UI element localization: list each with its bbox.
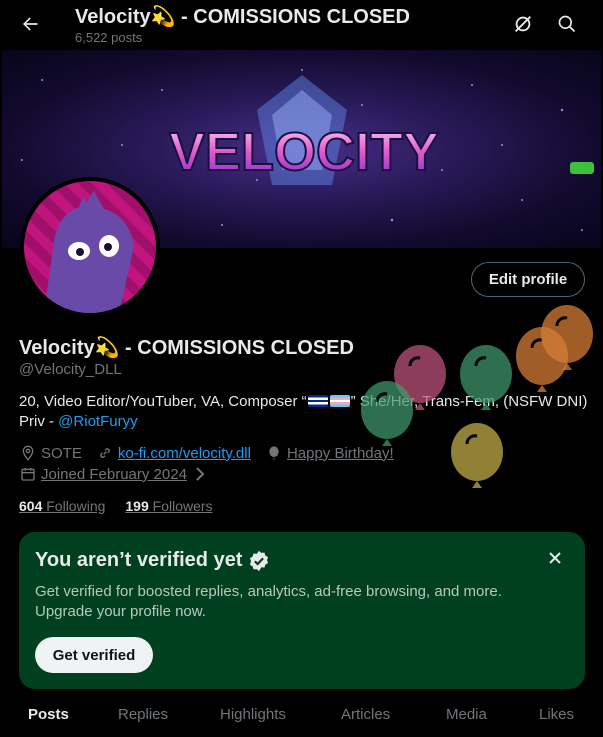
joined-date[interactable]: Joined February 2024 [41, 466, 187, 483]
location-icon [19, 444, 37, 462]
tab-posts[interactable]: Posts [28, 706, 69, 723]
balloon-orange-top [541, 305, 593, 370]
back-arrow-icon [23, 17, 38, 31]
bio-prefix: 20, Video Editor/YouTuber, VA, Composer … [19, 393, 307, 410]
grok-button[interactable] [509, 10, 537, 38]
bio-mention-link[interactable]: @RiotFuryy [58, 413, 137, 430]
balloon-orange-mid [516, 327, 568, 392]
post-count: 6,522 posts [75, 30, 143, 45]
avatar[interactable] [20, 177, 160, 317]
following-link[interactable]: 604 Following [19, 498, 105, 514]
website-link[interactable]: ko-fi.com/velocity.dll [118, 445, 251, 462]
page-title: Velocity💫 - COMISSIONS CLOSED [75, 6, 410, 28]
handle: @Velocity_DLL [19, 361, 122, 378]
close-icon [549, 552, 561, 564]
tab-highlights[interactable]: Highlights [220, 706, 286, 723]
birthday-text[interactable]: Happy Birthday! [287, 445, 394, 462]
search-icon [558, 15, 576, 33]
chevron-right-icon [191, 465, 209, 483]
avatar-image [44, 191, 134, 313]
bio: 20, Video Editor/YouTuber, VA, Composer … [19, 392, 589, 432]
tab-likes[interactable]: Likes [539, 706, 574, 723]
close-button[interactable] [543, 546, 567, 570]
back-button[interactable] [14, 8, 46, 40]
banner-logo: VELOCITY [168, 121, 440, 180]
tab-replies[interactable]: Replies [118, 706, 168, 723]
verified-badge-icon [250, 550, 269, 571]
balloon-yellow [451, 423, 503, 488]
balloon-icon [265, 444, 283, 462]
top-bar: Velocity💫 - COMISSIONS CLOSED 6,522 post… [0, 0, 603, 50]
edit-profile-button[interactable]: Edit profile [471, 262, 585, 297]
profile-meta-row-2: Joined February 2024 [19, 465, 209, 483]
grok-icon [515, 16, 531, 32]
verification-prompt-card: You aren’t verified yet Get verified for… [19, 532, 585, 689]
profile-meta-row-1: SOTE ko-fi.com/velocity.dll Happy Birthd… [19, 444, 394, 462]
calendar-icon [19, 465, 37, 483]
tab-articles[interactable]: Articles [341, 706, 390, 723]
follow-stats: 604 Following 199 Followers [19, 498, 213, 514]
verify-card-title: You aren’t verified yet [35, 549, 270, 572]
link-icon [96, 444, 114, 462]
tab-media[interactable]: Media [446, 706, 487, 723]
display-name: Velocity💫 - COMISSIONS CLOSED [19, 337, 354, 359]
get-verified-button[interactable]: Get verified [35, 637, 153, 673]
verify-card-body: Get verified for boosted replies, analyt… [35, 583, 502, 620]
followers-link[interactable]: 199 Followers [125, 498, 212, 514]
profile-tabs: Posts Replies Highlights Articles Media … [0, 698, 603, 737]
cuba-flag-icon [307, 395, 328, 407]
location-text: SOTE [41, 444, 82, 462]
svg-text:VELOCITY: VELOCITY [169, 122, 439, 180]
trans-flag-icon [329, 395, 350, 407]
search-button[interactable] [553, 10, 581, 38]
